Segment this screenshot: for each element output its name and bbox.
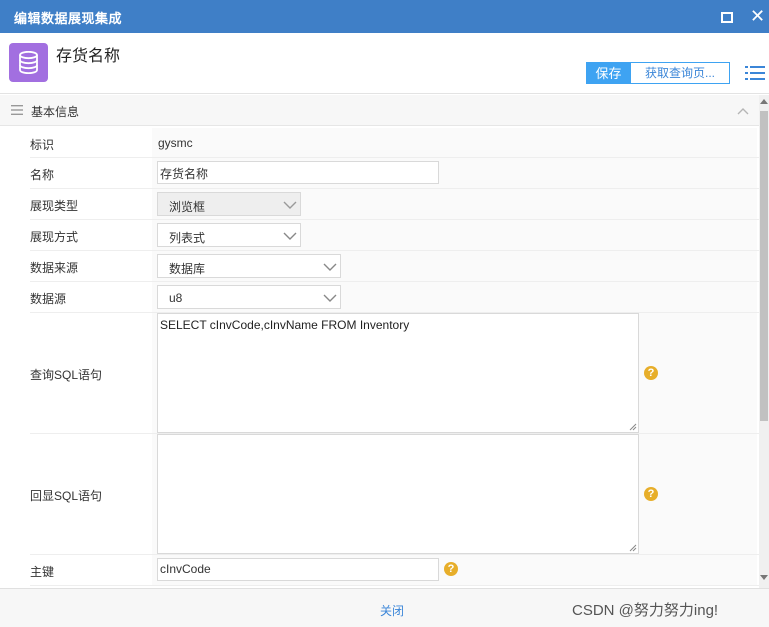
vertical-scrollbar[interactable]	[759, 95, 769, 588]
field-row-data-source: 数据源 u8	[30, 282, 759, 313]
chevron-down-icon[interactable]	[283, 231, 297, 241]
resize-grip-icon[interactable]	[629, 423, 637, 431]
window-title: 编辑数据展现集成	[14, 11, 123, 26]
field-row-primary-key: 主键 cInvCode ?	[30, 555, 759, 586]
help-icon[interactable]: ?	[644, 366, 658, 380]
field-label: 数据源	[30, 292, 67, 306]
close-icon[interactable]: ✕	[750, 6, 765, 26]
data-source-select[interactable]: u8	[157, 285, 341, 309]
chevron-down-icon[interactable]	[323, 262, 337, 272]
chevron-down-icon	[283, 201, 297, 209]
field-row-display-type: 展现类型 浏览框	[30, 189, 759, 220]
field-label: 数据来源	[30, 261, 79, 275]
save-button[interactable]: 保存	[586, 62, 631, 84]
section-title: 基本信息	[31, 105, 80, 119]
chevron-up-icon[interactable]	[737, 107, 749, 115]
help-icon[interactable]: ?	[644, 487, 658, 501]
display-mode-select[interactable]: 列表式	[157, 223, 301, 247]
dialog-header: 存货名称 保存 获取查询页...	[0, 33, 769, 94]
name-input[interactable]: 存货名称	[157, 161, 439, 184]
scroll-up-icon[interactable]	[760, 99, 768, 104]
field-row-name: 名称 存货名称	[30, 158, 759, 189]
field-label: 展现方式	[30, 230, 79, 244]
scrollbar-thumb[interactable]	[760, 111, 768, 421]
field-label: 主键	[30, 565, 55, 579]
field-row-display-mode: 展现方式 列表式	[30, 220, 759, 251]
field-label: 展现类型	[30, 199, 79, 213]
field-row-echo-sql: 回显SQL语句 ?	[30, 434, 759, 555]
close-button[interactable]: 关闭	[380, 602, 404, 619]
field-label: 标识	[30, 138, 55, 152]
menu-lines-icon	[11, 105, 23, 115]
chevron-down-icon[interactable]	[323, 293, 337, 303]
data-source-type-select[interactable]: 数据库	[157, 254, 341, 278]
query-sql-textarea[interactable]: SELECT cInvCode,cInvName FROM Inventory	[157, 313, 639, 433]
database-icon	[9, 43, 48, 82]
window-titlebar: 编辑数据展现集成 ✕	[0, 0, 769, 33]
display-mode-value: 列表式	[169, 231, 206, 245]
field-label: 名称	[30, 168, 55, 182]
maximize-icon[interactable]	[721, 12, 733, 23]
echo-sql-textarea[interactable]	[157, 434, 639, 554]
display-type-select: 浏览框	[157, 192, 301, 216]
list-menu-icon[interactable]	[745, 65, 765, 81]
fetch-query-page-button[interactable]: 获取查询页...	[630, 62, 730, 84]
field-row-identifier: 标识 gysmc	[30, 128, 759, 158]
query-sql-text: SELECT cInvCode,cInvName FROM Inventory	[160, 318, 410, 332]
data-source-value: u8	[169, 291, 183, 305]
dialog-footer: 关闭 CSDN @努力努力ing!	[0, 588, 769, 627]
scroll-down-icon[interactable]	[760, 575, 768, 580]
display-type-value: 浏览框	[169, 200, 206, 214]
field-label: 查询SQL语句	[30, 368, 103, 382]
field-row-data-source-type: 数据来源 数据库	[30, 251, 759, 282]
page-title: 存货名称	[56, 48, 121, 65]
data-source-type-value: 数据库	[169, 262, 206, 276]
field-label: 回显SQL语句	[30, 489, 103, 503]
section-header-basic-info[interactable]: 基本信息	[0, 95, 759, 126]
resize-grip-icon[interactable]	[629, 544, 637, 552]
watermark: CSDN @努力努力ing!	[572, 602, 719, 619]
basic-info-form: 标识 gysmc 名称 存货名称 展现类型 浏览框 展现方式 列表式 数据来源 …	[0, 126, 759, 588]
field-row-query-sql: 查询SQL语句 SELECT cInvCode,cInvName FROM In…	[30, 313, 759, 434]
help-icon[interactable]: ?	[444, 562, 458, 576]
primary-key-input[interactable]: cInvCode	[157, 558, 439, 581]
identifier-value: gysmc	[158, 136, 193, 150]
